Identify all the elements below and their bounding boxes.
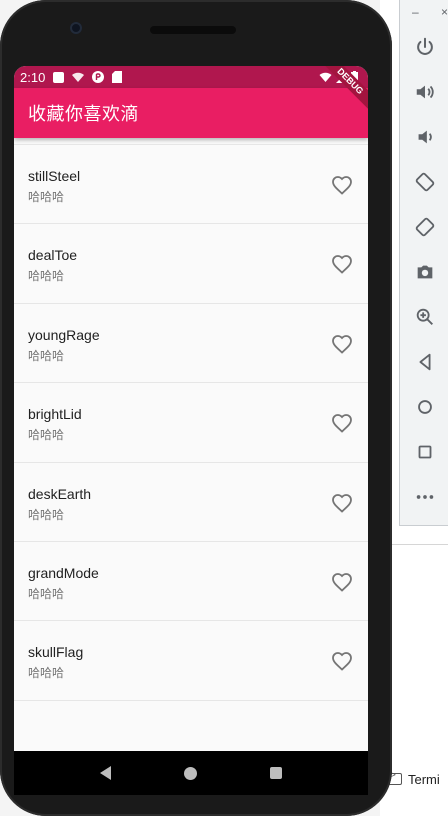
list-item-title: youngRage — [28, 326, 100, 343]
overview-icon — [418, 445, 432, 459]
list-item[interactable]: deskEarth 哈哈哈 — [14, 462, 368, 542]
wifi-off-icon — [72, 72, 85, 82]
system-nav-bar — [14, 751, 368, 795]
favorite-toggle[interactable] — [330, 491, 354, 515]
ide-terminal-tab-label: Termi — [408, 771, 440, 787]
home-icon — [418, 400, 432, 414]
favorite-toggle[interactable] — [330, 649, 354, 673]
close-button[interactable]: × — [441, 5, 448, 19]
phone-frame: 2:10 收藏你喜欢滴 DEBUG 哈哈哈stillSteel哈哈哈dealTo… — [0, 0, 392, 816]
nav-home-button[interactable] — [183, 766, 197, 780]
list-item-subtitle: 哈哈哈 — [28, 666, 65, 681]
wifi-icon — [319, 72, 332, 82]
word-list: 哈哈哈stillSteel哈哈哈dealToe哈哈哈youngRage哈哈哈br… — [14, 97, 368, 701]
heart-outline-icon — [332, 573, 352, 592]
power-icon — [417, 37, 433, 55]
emulator-more-button[interactable] — [412, 484, 438, 510]
list-item-title: grandMode — [28, 564, 99, 581]
list-item-subtitle: 哈哈哈 — [28, 428, 65, 443]
list-item[interactable]: grandMode 哈哈哈 — [14, 541, 368, 622]
favorite-toggle[interactable] — [330, 332, 354, 356]
front-camera — [70, 22, 82, 34]
app-bar: 收藏你喜欢滴 — [14, 88, 368, 138]
heart-outline-icon — [332, 414, 352, 433]
app-screen: 2:10 收藏你喜欢滴 DEBUG 哈哈哈stillSteel哈哈哈dealTo… — [14, 66, 368, 751]
list-item-subtitle: 哈哈哈 — [28, 348, 65, 363]
list-item-title: deskEarth — [28, 485, 92, 502]
page-title: 收藏你喜欢滴 — [28, 104, 139, 125]
favorite-toggle[interactable] — [330, 173, 354, 197]
volume-up-button[interactable] — [412, 79, 438, 105]
status-time: 2:10 — [20, 69, 46, 85]
emulator-back-button[interactable] — [412, 349, 438, 375]
volume-down-button[interactable] — [412, 124, 438, 150]
heart-outline-icon — [332, 176, 352, 195]
zoom-button[interactable] — [412, 304, 438, 330]
camera-icon — [417, 265, 433, 279]
emulator-overview-button[interactable] — [412, 439, 438, 465]
favorite-toggle[interactable] — [330, 252, 354, 276]
earpiece — [150, 26, 236, 34]
list-item-title: brightLid — [28, 406, 82, 423]
list-item-title: dealToe — [28, 247, 78, 264]
list-item[interactable]: youngRage 哈哈哈 — [14, 303, 368, 384]
favorite-toggle[interactable] — [330, 570, 354, 594]
back-icon — [419, 353, 431, 371]
desktop: ); Termi – × — [0, 0, 448, 816]
screenshot-button[interactable] — [412, 259, 438, 285]
nav-back-button[interactable] — [100, 766, 112, 780]
ide-divider — [388, 544, 448, 545]
status-bar: 2:10 — [14, 66, 368, 88]
minimize-button[interactable]: – — [412, 5, 419, 19]
favorite-toggle[interactable] — [330, 411, 354, 435]
list-item[interactable]: skullFlag 哈哈哈 — [14, 621, 368, 701]
more-icon — [416, 495, 434, 499]
list-item[interactable]: dealToe 哈哈哈 — [14, 224, 368, 304]
rotate-right-icon — [415, 217, 435, 237]
ide-terminal-tab[interactable]: Termi — [388, 766, 448, 792]
emulator-window-controls: – × — [412, 5, 448, 19]
heart-outline-icon — [332, 652, 352, 672]
list-item-subtitle: 哈哈哈 — [28, 269, 65, 284]
zoom-icon — [416, 308, 433, 325]
list-item-subtitle: 哈哈哈 — [28, 586, 65, 601]
rotate-right-button[interactable] — [412, 214, 438, 240]
emulator-home-button[interactable] — [412, 394, 438, 420]
volume-down-icon — [418, 130, 432, 144]
list-item-subtitle: 哈哈哈 — [28, 190, 65, 204]
app-p-icon — [92, 71, 105, 83]
list-item-title: stillSteel — [28, 168, 81, 184]
notification-icon — [53, 71, 65, 83]
heart-outline-icon — [332, 493, 352, 513]
volume-up-icon — [416, 85, 434, 99]
nav-recents-button[interactable] — [269, 767, 282, 779]
list-item[interactable]: brightLid 哈哈哈 — [14, 383, 368, 463]
list-item-title: skullFlag — [28, 644, 84, 661]
rotate-left-icon — [415, 172, 435, 192]
list-item-subtitle: 哈哈哈 — [28, 507, 65, 522]
sd-card-icon — [112, 71, 123, 83]
power-button[interactable] — [412, 34, 438, 60]
rotate-left-button[interactable] — [412, 169, 438, 195]
heart-outline-icon — [332, 334, 352, 354]
list-item[interactable]: stillSteel 哈哈哈 — [14, 145, 368, 225]
emulator-toolbar: – × — [399, 0, 448, 526]
heart-outline-icon — [332, 255, 352, 275]
